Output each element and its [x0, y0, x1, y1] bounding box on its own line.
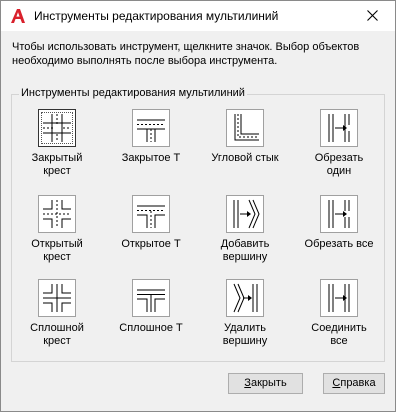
cut-all-button[interactable]: [320, 195, 358, 233]
tool-label-line2: вершину: [222, 251, 268, 263]
tool-label-line1: Сплошной: [30, 322, 84, 334]
tool-label-line1: Обрезать: [314, 152, 364, 164]
closed-tee-icon: [137, 119, 165, 142]
close-dialog-button[interactable]: Закрыть: [228, 373, 303, 394]
merged-cross-button[interactable]: [38, 279, 76, 317]
tool-label-line2: вершину: [222, 335, 268, 347]
instructions-text: Чтобы использовать инструмент, щелкните …: [12, 40, 384, 68]
cut-single-button[interactable]: [320, 109, 358, 147]
corner-joint-icon: [234, 114, 259, 141]
open-cross-icon: [43, 200, 71, 228]
tools-group-label: Инструменты редактирования мультилиний: [19, 87, 247, 99]
corner-joint-button[interactable]: [226, 109, 264, 147]
window-title: Инструменты редактирования мультилиний: [34, 9, 279, 23]
tool-delete-vertex[interactable]: Удалить вершину: [200, 279, 292, 363]
delete-vertex-button[interactable]: [226, 279, 264, 317]
tool-label-line1: Добавить: [220, 238, 270, 250]
tool-cut-all[interactable]: Обрезать все: [294, 195, 386, 279]
tool-open-cross[interactable]: Открытый крест: [12, 195, 104, 279]
close-button-mnemonic: З: [244, 377, 251, 389]
tool-label-line2: все: [330, 335, 348, 347]
tool-label-line1: Удалить: [224, 322, 266, 334]
tool-corner-joint[interactable]: Угловой стык: [200, 109, 292, 193]
merged-tee-icon: [137, 289, 165, 312]
tool-weld-all[interactable]: Соединить все: [294, 279, 386, 363]
tool-label-line2: крест: [43, 165, 71, 177]
title-bar[interactable]: Инструменты редактирования мультилиний: [1, 1, 395, 31]
open-cross-button[interactable]: [38, 195, 76, 233]
open-tee-button[interactable]: [132, 195, 170, 233]
add-vertex-button[interactable]: [226, 195, 264, 233]
merged-tee-button[interactable]: [132, 279, 170, 317]
help-button-label: правка: [340, 377, 376, 389]
weld-all-button[interactable]: [320, 279, 358, 317]
tool-label-line2: крест: [43, 335, 71, 347]
instructions-line-1: Чтобы использовать инструмент, щелкните …: [12, 41, 360, 53]
tools-group: Инструменты редактирования мультилиний З…: [11, 87, 386, 363]
tool-label-line1: Обрезать все: [304, 238, 374, 250]
tool-add-vertex[interactable]: Добавить вершину: [200, 195, 292, 279]
closed-cross-button[interactable]: [38, 109, 76, 147]
dialog-window: Инструменты редактирования мультилиний Ч…: [0, 0, 396, 412]
merged-cross-icon: [43, 284, 71, 312]
add-vertex-icon: [233, 199, 260, 229]
tool-label-line2: крест: [43, 251, 71, 263]
close-button-label: акрыть: [250, 377, 287, 389]
tool-label-line2: один: [326, 165, 352, 177]
tool-merged-tee[interactable]: Сплошное Т: [106, 279, 198, 363]
cut-single-icon: [328, 114, 350, 142]
tool-label-line1: Соединить: [311, 322, 367, 334]
delete-vertex-icon: [233, 283, 258, 313]
tool-label-line1: Открытое Т: [121, 238, 181, 250]
open-tee-icon: [137, 205, 165, 228]
tool-closed-cross[interactable]: Закрытый крест: [12, 109, 104, 193]
weld-all-icon: [328, 284, 350, 312]
tool-cut-single[interactable]: Обрезать один: [294, 109, 386, 193]
instructions-line-2: необходимо выполнять после выбора инстру…: [12, 55, 278, 67]
tool-label-line1: Закрытый: [31, 152, 83, 164]
autocad-a-icon: [10, 8, 26, 24]
tool-open-tee[interactable]: Открытое Т: [106, 195, 198, 279]
close-button[interactable]: [351, 1, 395, 31]
tool-label-line1: Открытый: [31, 238, 83, 250]
tool-closed-tee[interactable]: Закрытое Т: [106, 109, 198, 193]
close-icon: [367, 10, 378, 21]
cut-all-icon: [328, 200, 350, 228]
help-button[interactable]: Справка: [323, 373, 385, 394]
closed-tee-button[interactable]: [132, 109, 170, 147]
tool-merged-cross[interactable]: Сплошной крест: [12, 279, 104, 363]
tool-label-line1: Сплошное Т: [119, 322, 183, 334]
tool-label-line1: Закрытое Т: [121, 152, 181, 164]
tool-label-line1: Угловой стык: [211, 152, 279, 164]
closed-cross-icon: [43, 114, 71, 142]
